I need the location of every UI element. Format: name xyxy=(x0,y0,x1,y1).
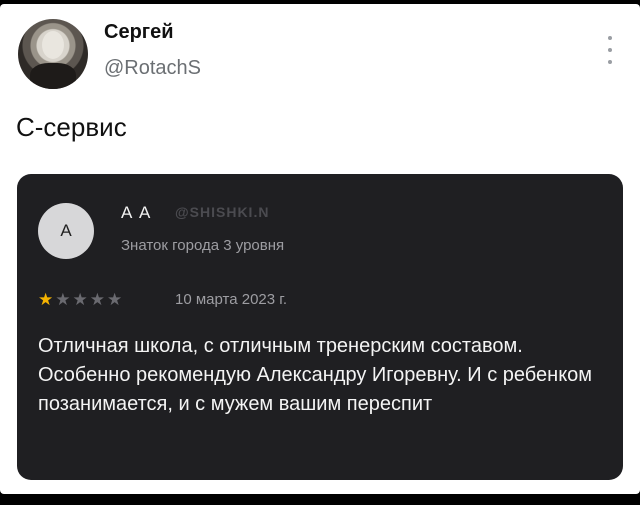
tweet-text: С-сервис xyxy=(16,112,127,142)
reviewer-level: Знаток города 3 уровня xyxy=(121,237,285,254)
star-icon: ★ xyxy=(107,290,123,309)
watermark: @SHISHKI.N xyxy=(175,204,270,220)
more-vertical-icon[interactable] xyxy=(604,36,616,64)
star-rating: ★ ★ ★ ★ ★ xyxy=(38,291,122,309)
avatar-face xyxy=(42,31,64,59)
star-icon: ★ xyxy=(72,290,88,309)
star-icon: ★ xyxy=(55,290,71,309)
star-icon: ★ xyxy=(89,290,105,309)
avatar-body xyxy=(30,63,76,89)
star-icon: ★ xyxy=(38,290,54,309)
reviewer-name: А А xyxy=(121,203,152,222)
dot xyxy=(608,60,612,64)
dot xyxy=(608,36,612,40)
review-date: 10 марта 2023 г. xyxy=(175,291,288,308)
bottom-bar xyxy=(0,494,640,505)
author-avatar[interactable] xyxy=(18,19,88,89)
review-text: Отличная школа, с отличным тренерским со… xyxy=(38,335,593,415)
author-handle[interactable]: @RotachS xyxy=(104,57,201,80)
review-card: А А А @SHISHKI.N Знаток города 3 уровня … xyxy=(17,174,623,480)
reviewer-avatar: А xyxy=(38,203,94,259)
author-name[interactable]: Сергей xyxy=(104,21,174,44)
dot xyxy=(608,48,612,52)
tweet-screenshot: Сергей @RotachS С-сервис А А А @SHISHKI.… xyxy=(0,4,640,494)
